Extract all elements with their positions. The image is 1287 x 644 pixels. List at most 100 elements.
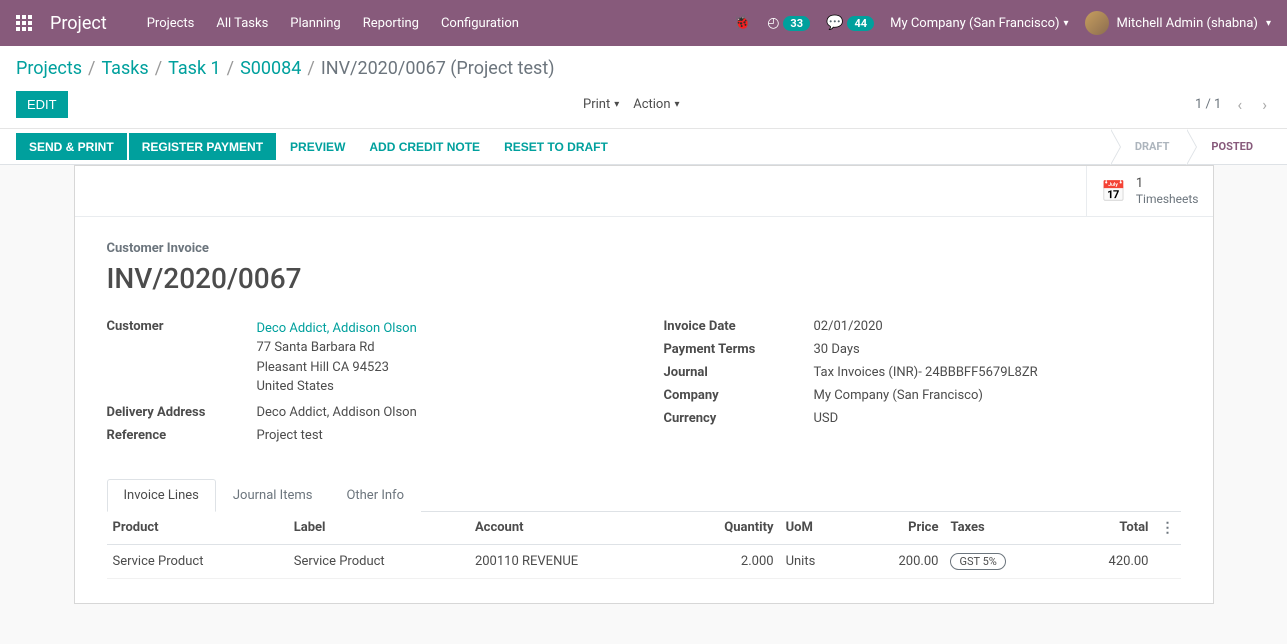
invoice-date-label: Invoice Date <box>664 319 814 334</box>
breadcrumb: Projects/ Tasks/ Task 1/ S00084/ INV/202… <box>0 46 1287 85</box>
pager: 1 / 1 <box>1195 97 1221 112</box>
stat-buttons: 📅 1 Timesheets <box>75 166 1213 217</box>
cell-label: Service Product <box>288 544 469 578</box>
payment-terms-link[interactable]: 30 Days <box>814 342 860 357</box>
reset-to-draft-button[interactable]: RESET TO DRAFT <box>492 129 620 164</box>
col-quantity: Quantity <box>672 512 780 545</box>
delivery-link[interactable]: Deco Addict, Addison Olson <box>257 405 417 420</box>
button-bar: SEND & PRINT REGISTER PAYMENT PREVIEW AD… <box>0 129 1287 165</box>
cell-qty: 2.000 <box>672 544 780 578</box>
tab-other-info[interactable]: Other Info <box>329 479 421 512</box>
user-menu[interactable]: Mitchell Admin (shabna) ▾ <box>1085 11 1271 35</box>
addr-line2: Pleasant Hill CA 94523 <box>257 358 417 378</box>
prev-button[interactable]: ‹ <box>1233 95 1246 114</box>
apps-icon[interactable] <box>16 15 32 31</box>
company-label: Company <box>664 388 814 403</box>
tab-invoice-lines[interactable]: Invoice Lines <box>107 479 216 512</box>
crumb-current: INV/2020/0067 (Project test) <box>321 58 555 79</box>
status-posted[interactable]: POSTED <box>1187 129 1271 165</box>
doc-type-label: Customer Invoice <box>107 241 1181 256</box>
cell-account: 200110 REVENUE <box>469 544 672 578</box>
currency-link[interactable]: USD <box>814 411 839 426</box>
messages-badge[interactable]: 💬 44 <box>826 15 874 31</box>
cell-total: 420.00 <box>1063 544 1155 578</box>
nav-projects[interactable]: Projects <box>147 16 195 31</box>
avatar <box>1085 11 1109 35</box>
col-uom: UoM <box>780 512 853 545</box>
tab-journal-items[interactable]: Journal Items <box>216 479 330 512</box>
edit-button[interactable]: EDIT <box>16 91 68 118</box>
company-name: My Company (San Francisco) <box>890 16 1059 31</box>
register-payment-button[interactable]: REGISTER PAYMENT <box>129 133 276 160</box>
print-label: Print <box>583 97 610 112</box>
customer-label: Customer <box>107 319 257 334</box>
chat-icon: 💬 <box>826 15 843 31</box>
crumb-s00084[interactable]: S00084 <box>240 58 301 79</box>
nav-right: 🐞 ◴ 33 💬 44 My Company (San Francisco) ▾… <box>734 11 1271 35</box>
invoice-date-value: 02/01/2020 <box>814 319 883 334</box>
print-dropdown[interactable]: Print ▾ <box>583 97 619 112</box>
caret-down-icon: ▾ <box>675 99 680 110</box>
bug-icon[interactable]: 🐞 <box>734 15 751 31</box>
activity-count: 33 <box>783 16 810 31</box>
col-taxes: Taxes <box>944 512 1063 545</box>
user-name: Mitchell Admin (shabna) <box>1117 16 1258 31</box>
payment-terms-label: Payment Terms <box>664 342 814 357</box>
col-account: Account <box>469 512 672 545</box>
cell-uom: Units <box>780 544 853 578</box>
control-panel: Projects/ Tasks/ Task 1/ S00084/ INV/202… <box>0 46 1287 129</box>
crumb-tasks[interactable]: Tasks <box>101 58 148 79</box>
nav-reporting[interactable]: Reporting <box>363 16 419 31</box>
col-product: Product <box>107 512 288 545</box>
cell-price: 200.00 <box>853 544 944 578</box>
preview-button[interactable]: PREVIEW <box>278 129 357 164</box>
stat-label: Timesheets <box>1136 192 1199 206</box>
next-button[interactable]: › <box>1258 95 1271 114</box>
reference-value: Project test <box>257 428 323 443</box>
form-sheet: 📅 1 Timesheets Customer Invoice INV/2020… <box>74 165 1214 604</box>
tax-badge: GST 5% <box>950 553 1005 570</box>
status-draft[interactable]: DRAFT <box>1111 129 1188 165</box>
kebab-icon[interactable]: ⋮ <box>1161 520 1175 536</box>
action-dropdown[interactable]: Action ▾ <box>633 97 679 112</box>
status-bar: DRAFT POSTED <box>1111 129 1271 164</box>
doc-title: INV/2020/0067 <box>107 262 1181 295</box>
currency-label: Currency <box>664 411 814 426</box>
messages-count: 44 <box>847 16 874 31</box>
nav-menu: Projects All Tasks Planning Reporting Co… <box>147 16 734 31</box>
cell-product: Service Product <box>107 544 288 578</box>
right-column: Invoice Date 02/01/2020 Payment Terms 30… <box>664 319 1181 451</box>
caret-down-icon: ▾ <box>1266 18 1271 29</box>
activity-badge[interactable]: ◴ 33 <box>767 15 810 31</box>
reference-label: Reference <box>107 428 257 443</box>
col-total: Total <box>1063 512 1155 545</box>
journal-label: Journal <box>664 365 814 380</box>
send-print-button[interactable]: SEND & PRINT <box>16 133 127 160</box>
stat-value: 1 <box>1136 176 1199 192</box>
left-column: Customer Deco Addict, Addison Olson 77 S… <box>107 319 624 451</box>
tabs: Invoice Lines Journal Items Other Info <box>107 479 1181 512</box>
addr-line3: United States <box>257 377 417 397</box>
caret-down-icon: ▾ <box>1064 18 1069 29</box>
nav-configuration[interactable]: Configuration <box>441 16 519 31</box>
company-link[interactable]: My Company (San Francisco) <box>814 388 983 403</box>
addr-line1: 77 Santa Barbara Rd <box>257 338 417 358</box>
top-nav: Project Projects All Tasks Planning Repo… <box>0 0 1287 46</box>
journal-link[interactable]: Tax Invoices (INR)- 24BBBFF5679L8ZR <box>814 365 1038 380</box>
timesheets-stat-button[interactable]: 📅 1 Timesheets <box>1086 166 1213 216</box>
col-label: Label <box>288 512 469 545</box>
crumb-task1[interactable]: Task 1 <box>168 58 221 79</box>
table-row[interactable]: Service Product Service Product 200110 R… <box>107 544 1181 578</box>
brand[interactable]: Project <box>50 13 107 34</box>
company-switcher[interactable]: My Company (San Francisco) ▾ <box>890 16 1068 31</box>
col-price: Price <box>853 512 944 545</box>
clock-icon: ◴ <box>767 15 779 31</box>
customer-link[interactable]: Deco Addict, Addison Olson <box>257 319 417 339</box>
nav-all-tasks[interactable]: All Tasks <box>216 16 268 31</box>
calendar-icon: 📅 <box>1101 179 1126 203</box>
action-label: Action <box>633 97 670 112</box>
crumb-projects[interactable]: Projects <box>16 58 82 79</box>
add-credit-note-button[interactable]: ADD CREDIT NOTE <box>357 129 492 164</box>
caret-down-icon: ▾ <box>614 99 619 110</box>
nav-planning[interactable]: Planning <box>290 16 340 31</box>
